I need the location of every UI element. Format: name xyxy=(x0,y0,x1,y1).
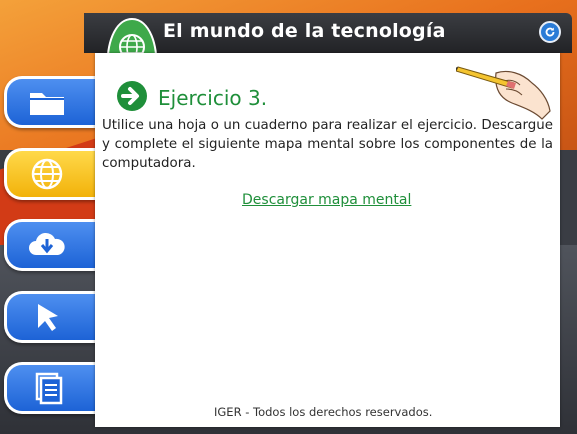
refresh-icon xyxy=(545,27,555,37)
sidebar-item-folder[interactable] xyxy=(4,76,96,128)
documents-icon xyxy=(35,372,62,405)
arrow-right-circle-icon xyxy=(117,81,147,111)
sidebar-item-download[interactable] xyxy=(4,219,96,271)
folder-icon xyxy=(29,93,64,115)
sidebar-item-documents[interactable] xyxy=(4,362,96,414)
sidebar-item-globe[interactable] xyxy=(4,148,96,200)
app-title: El mundo de la tecnología xyxy=(163,20,446,42)
hand-writing-pencil-icon xyxy=(456,66,551,120)
globe-icon xyxy=(31,158,62,190)
cursor-arrow-icon xyxy=(37,304,58,331)
sidebar-item-cursor[interactable] xyxy=(4,291,96,343)
cloud-download-icon xyxy=(28,232,65,255)
refresh-button[interactable] xyxy=(539,21,561,43)
exercise-title: Ejercicio 3. xyxy=(158,86,268,110)
footer-copyright: IGER - Todos los derechos reservados. xyxy=(214,405,433,419)
download-mind-map-link[interactable]: Descargar mapa mental xyxy=(242,192,411,208)
instructions-text: Utilice una hoja o un cuaderno para real… xyxy=(102,118,553,171)
